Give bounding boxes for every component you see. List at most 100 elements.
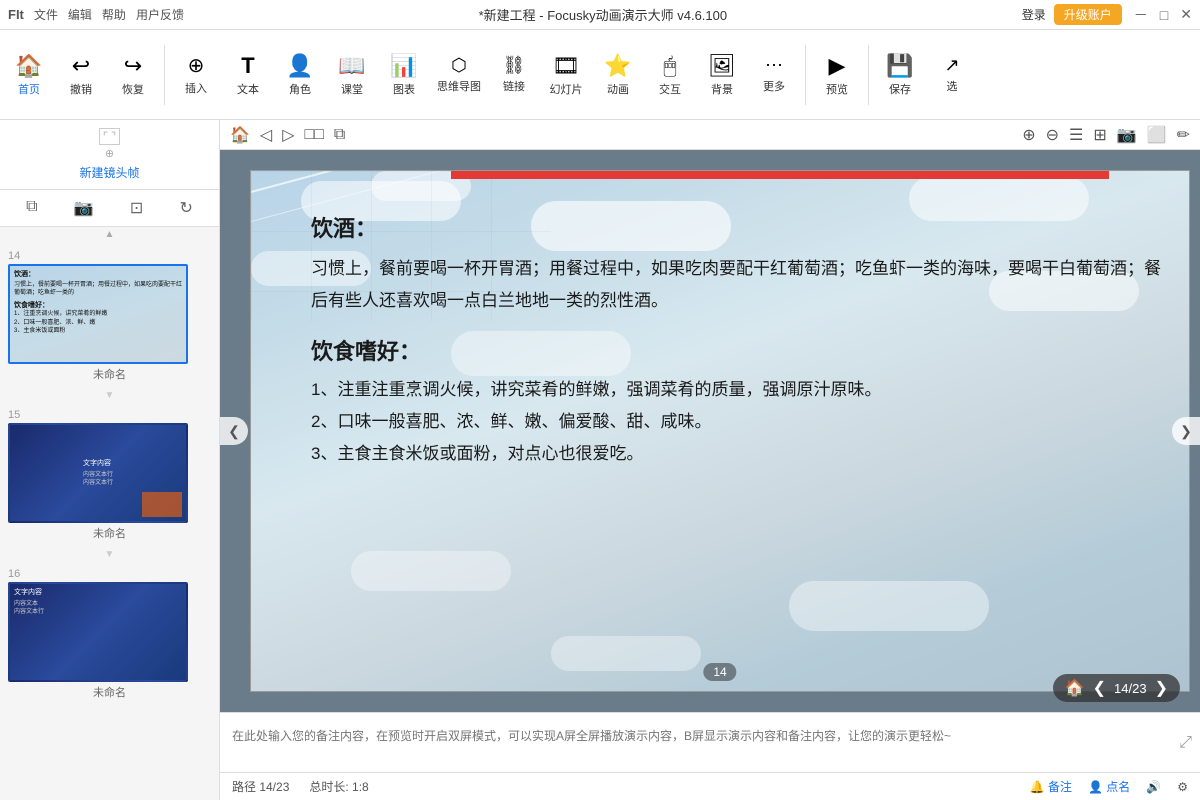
- toolbar-home-label: 首页: [18, 81, 40, 97]
- toolbar-interact[interactable]: 🖱 交互: [645, 35, 695, 115]
- collapse-arrow[interactable]: ▲: [0, 227, 219, 242]
- slide-number-14: 14: [8, 250, 211, 262]
- interact-icon: 🖱: [663, 53, 676, 79]
- toolbar-interact-label: 交互: [659, 81, 681, 97]
- screenshot-icon[interactable]: 📷: [70, 196, 98, 220]
- toolbar-preview[interactable]: ▶ 预览: [812, 35, 862, 115]
- canvas-copy-frame-icon[interactable]: □□: [303, 124, 326, 146]
- canvas-grid-icon[interactable]: ⊞: [1091, 123, 1108, 147]
- slide-thumb-15[interactable]: 文字内容 内容文本行 内容文本行: [8, 423, 188, 523]
- progress-indicator: 🏠 ❮ 14/23 ❯: [1053, 674, 1180, 702]
- canvas-viewport[interactable]: ❮: [220, 150, 1200, 712]
- notes-input[interactable]: [228, 723, 1173, 763]
- toolbar-class-label: 课堂: [341, 81, 363, 97]
- toolbar-class[interactable]: 📖 课堂: [327, 35, 377, 115]
- toolbar-text[interactable]: T 文本: [223, 35, 273, 115]
- login-button[interactable]: 登录: [1022, 6, 1046, 23]
- canvas-toolbar: 🏠 ◁ ▷ □□ ⧉ ⊕ ⊖ ☰ ⊞ 📷 ⬜ ✏: [220, 120, 1200, 150]
- upgrade-button[interactable]: 升级账户: [1054, 4, 1122, 25]
- canvas-zoom-out-icon[interactable]: ⊖: [1044, 123, 1061, 147]
- new-frame-button[interactable]: ⌜ ⌝ ⊕ 新建镜头帧: [0, 120, 219, 190]
- canvas-nav-left[interactable]: ❮: [220, 417, 248, 445]
- slide-background: 饮酒： 习惯上，餐前要喝一杯开胃酒；用餐过程中，如果吃肉要配干红葡萄酒；吃鱼虾一…: [251, 171, 1189, 691]
- canvas-screenshot-icon[interactable]: 📷: [1115, 123, 1139, 147]
- slide-number-badge: 14: [703, 663, 736, 681]
- toolbar-undo-label: 撤销: [70, 81, 92, 97]
- notes-area: ⤢: [220, 712, 1200, 772]
- toolbar-more[interactable]: ⋯ 更多: [749, 35, 799, 115]
- notes-expand-icon[interactable]: ⤢: [1179, 734, 1192, 752]
- toolbar-insert[interactable]: ⊕ 插入: [171, 35, 221, 115]
- progress-next-icon[interactable]: ❯: [1155, 678, 1168, 698]
- toolbar-select[interactable]: ↗ 选: [927, 35, 977, 115]
- toolbar-save[interactable]: 💾 保存: [875, 35, 925, 115]
- canvas-next-icon[interactable]: ▷: [280, 123, 296, 147]
- toolbar-bg[interactable]: 🖼 背景: [697, 35, 747, 115]
- status-right: 🔔 备注 👤 点名 🔊 ⚙: [1030, 778, 1188, 795]
- toolbar-save-label: 保存: [889, 81, 911, 97]
- toolbar-more-label: 更多: [763, 78, 785, 94]
- notes-button[interactable]: 🔔 备注: [1030, 778, 1072, 795]
- canvas-fit-icon[interactable]: ☰: [1067, 123, 1085, 147]
- toolbar-mindmap[interactable]: ⬡ 思维导图: [431, 35, 487, 115]
- app-icon: FIt: [8, 7, 24, 22]
- toolbar-role-label: 角色: [289, 81, 311, 97]
- toolbar-redo[interactable]: ↪ 恢复: [108, 35, 158, 115]
- progress-home-icon[interactable]: 🏠: [1065, 678, 1085, 698]
- fit-icon[interactable]: ⊡: [126, 196, 147, 220]
- slide-icon: 🎞: [552, 53, 580, 79]
- status-duration: 总时长: 1:8: [309, 778, 368, 795]
- canvas-frame-icon[interactable]: ⧉: [332, 124, 347, 146]
- save-icon: 💾: [886, 53, 913, 79]
- canvas-prev-icon[interactable]: ◁: [258, 123, 274, 147]
- copy-frame-icon[interactable]: ⧉: [22, 196, 41, 220]
- toolbar-chart[interactable]: 📊 图表: [379, 35, 429, 115]
- progress-label: 14/23: [1114, 681, 1147, 696]
- toolbar-insert-label: 插入: [185, 80, 207, 96]
- slide-thumb-14[interactable]: 饮酒： 习惯上，餐前要喝一杯开胃酒；用餐过程中，如果吃肉要配干红葡萄酒；吃鱼虾一…: [8, 264, 188, 364]
- notes-icon: 🔔: [1030, 780, 1045, 794]
- menu-edit[interactable]: 编辑: [68, 6, 92, 23]
- settings-icon[interactable]: ⚙: [1177, 780, 1188, 794]
- canvas-edit-icon[interactable]: ✏: [1175, 123, 1192, 147]
- canvas-lock-icon[interactable]: ⬜: [1145, 123, 1169, 147]
- progress-prev-icon[interactable]: ❮: [1093, 678, 1106, 698]
- class-icon: 📖: [338, 53, 365, 79]
- menu-help[interactable]: 帮助: [102, 6, 126, 23]
- toolbar-separator-3: [868, 45, 869, 105]
- section1-title: 饮酒：: [311, 211, 1169, 243]
- close-button[interactable]: ✕: [1180, 6, 1192, 23]
- main-area: ⌜ ⌝ ⊕ 新建镜头帧 ⧉ 📷 ⊡ ↻ ▲ 14 饮酒： 习惯上，餐前: [0, 120, 1200, 800]
- menu-feedback[interactable]: 用户反馈: [136, 6, 184, 23]
- toolbar-home[interactable]: 🏠 首页: [4, 35, 54, 115]
- bg-icon: 🖼: [708, 53, 736, 79]
- toolbar-bg-label: 背景: [711, 81, 733, 97]
- canvas-nav-right[interactable]: ❯: [1172, 417, 1200, 445]
- chart-icon: 📊: [390, 53, 417, 79]
- slide-text: 饮酒： 习惯上，餐前要喝一杯开胃酒；用餐过程中，如果吃肉要配干红葡萄酒；吃鱼虾一…: [311, 211, 1169, 671]
- section2-title: 饮食嗜好：: [311, 334, 1169, 366]
- toolbar-animate[interactable]: ⭐ 动画: [593, 35, 643, 115]
- toolbar-slide[interactable]: 🎞 幻灯片: [541, 35, 591, 115]
- slide-thumb-16[interactable]: 文字内容 内容文本 内容文本行: [8, 582, 188, 682]
- maximize-button[interactable]: □: [1160, 7, 1168, 23]
- minimize-button[interactable]: －: [1134, 5, 1148, 25]
- loop-icon[interactable]: ↻: [175, 196, 196, 220]
- new-frame-label: 新建镜头帧: [79, 164, 139, 181]
- section2-item-1: 1、注重注重烹调火候，讲究菜肴的鲜嫩，强调菜肴的质量，强调原汁原味。: [311, 374, 1169, 406]
- menu-file[interactable]: 文件: [34, 6, 58, 23]
- toolbar-select-label: 选: [947, 78, 958, 94]
- slide-red-bar: [451, 171, 1109, 179]
- toolbar-role[interactable]: 👤 角色: [275, 35, 325, 115]
- canvas-zoom-in-icon[interactable]: ⊕: [1020, 123, 1037, 147]
- toolbar-link[interactable]: ⛓ 链接: [489, 35, 539, 115]
- audio-icon[interactable]: 🔊: [1146, 780, 1161, 794]
- toolbar-undo[interactable]: ↩ 撤销: [56, 35, 106, 115]
- status-bar: 路径 14/23 总时长: 1:8 🔔 备注 👤 点名 🔊 ⚙: [220, 772, 1200, 800]
- toolbar-slide-label: 幻灯片: [550, 81, 583, 97]
- frame-tools: ⧉ 📷 ⊡ ↻: [0, 190, 219, 227]
- window-title: *新建工程 - Focusky动画演示大师 v4.6.100: [184, 5, 1022, 24]
- section1-body: 习惯上，餐前要喝一杯开胃酒；用餐过程中，如果吃肉要配干红葡萄酒；吃鱼虾一类的海味…: [311, 253, 1169, 318]
- canvas-home-icon[interactable]: 🏠: [228, 123, 252, 147]
- mark-button[interactable]: 👤 点名: [1088, 778, 1130, 795]
